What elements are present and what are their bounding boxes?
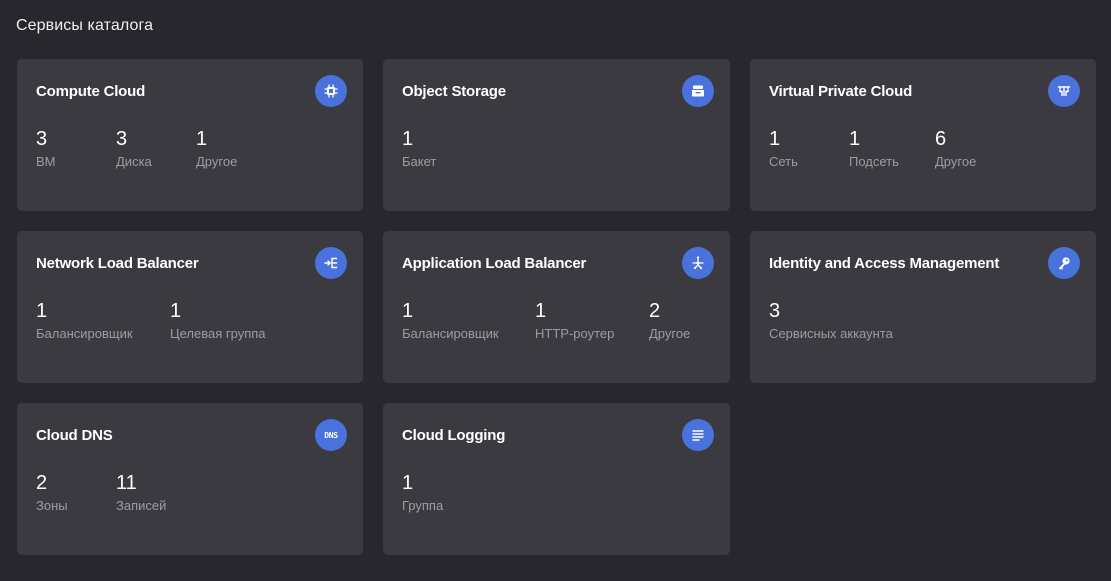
stat-label: Балансировщик <box>36 326 133 341</box>
card-title: Cloud DNS <box>36 427 113 444</box>
stat-value: 1 <box>36 300 48 322</box>
catalog-services-page: Сервисы каталога Compute Cloud 3 ВМ 3 Ди… <box>0 0 1111 581</box>
stat-label: ВМ <box>36 154 56 169</box>
stat: 1 Сеть <box>769 127 849 170</box>
dns-icon-text: DNS <box>324 430 338 440</box>
section-title: Сервисы каталога <box>16 17 154 34</box>
card-stats: 1 Балансировщик 1 HTTP-роутер 2 Другое <box>402 299 690 342</box>
stat-label: Бакет <box>402 154 437 169</box>
stat: 11 Записей <box>116 471 166 514</box>
stat: 6 Другое <box>935 127 976 170</box>
stat-label: Другое <box>935 154 977 169</box>
stat-value: 1 <box>535 300 547 322</box>
service-card-virtual-private-cloud[interactable]: Virtual Private Cloud 1 Сеть 1 Подсеть 6… <box>750 59 1096 211</box>
service-card-network-load-balancer[interactable]: Network Load Balancer 1 Балансировщик 1 … <box>17 231 363 383</box>
card-title: Application Load Balancer <box>402 255 587 272</box>
card-title: Object Storage <box>402 83 506 100</box>
services-grid: Compute Cloud 3 ВМ 3 Диска 1 Другое Obje… <box>17 59 1096 555</box>
stat-value: 1 <box>769 128 781 150</box>
service-card-identity-and-access-management[interactable]: Identity and Access Management 3 Сервисн… <box>750 231 1096 383</box>
stat: 1 Балансировщик <box>402 299 535 342</box>
card-stats: 2 Зоны 11 Записей <box>36 471 166 514</box>
service-card-cloud-logging[interactable]: Cloud Logging 1 Группа <box>383 403 730 555</box>
stat-value: 2 <box>649 300 661 322</box>
balancer-icon <box>315 247 347 279</box>
stat-label: Подсеть <box>849 154 899 169</box>
storage-icon <box>682 75 714 107</box>
stat-label: Сервисных аккаунта <box>769 326 893 341</box>
stat-value: 6 <box>935 128 947 150</box>
stat-value: 1 <box>402 472 414 494</box>
stat-value: 1 <box>196 128 208 150</box>
stat: 3 Диска <box>116 127 196 170</box>
stat-value: 1 <box>402 300 414 322</box>
app-balancer-icon <box>682 247 714 279</box>
card-stats: 1 Бакет <box>402 127 436 170</box>
stat: 3 Сервисных аккаунта <box>769 299 893 342</box>
stat-value: 3 <box>36 128 48 150</box>
stat: 3 ВМ <box>36 127 116 170</box>
card-title: Virtual Private Cloud <box>769 83 913 100</box>
stat: 1 Целевая группа <box>170 299 266 342</box>
key-icon <box>1048 247 1080 279</box>
stat-label: Сеть <box>769 154 798 169</box>
network-icon <box>1048 75 1080 107</box>
stat-label: Группа <box>402 498 444 513</box>
card-title: Cloud Logging <box>402 427 506 444</box>
stat-label: Целевая группа <box>170 326 266 341</box>
stat-value: 1 <box>402 128 414 150</box>
stat: 1 Группа <box>402 471 443 514</box>
stat-label: Зоны <box>36 498 68 513</box>
service-card-application-load-balancer[interactable]: Application Load Balancer 1 Балансировщи… <box>383 231 730 383</box>
stat-value: 1 <box>170 300 182 322</box>
stat: 1 Другое <box>196 127 237 170</box>
service-card-compute-cloud[interactable]: Compute Cloud 3 ВМ 3 Диска 1 Другое <box>17 59 363 211</box>
stat-value: 3 <box>116 128 128 150</box>
cpu-icon <box>315 75 347 107</box>
stat: 1 Подсеть <box>849 127 935 170</box>
card-stats: 3 ВМ 3 Диска 1 Другое <box>36 127 237 170</box>
stat-label: HTTP-роутер <box>535 326 615 341</box>
card-title: Identity and Access Management <box>769 255 1000 272</box>
stat-value: 3 <box>769 300 781 322</box>
log-icon <box>682 419 714 451</box>
stat: 2 Зоны <box>36 471 116 514</box>
stat-label: Записей <box>116 498 167 513</box>
stat: 1 Балансировщик <box>36 299 170 342</box>
dns-icon: DNS <box>315 419 347 451</box>
stat-label: Балансировщик <box>402 326 499 341</box>
stat-label: Другое <box>649 326 691 341</box>
card-stats: 1 Сеть 1 Подсеть 6 Другое <box>769 127 976 170</box>
stat-label: Диска <box>116 154 152 169</box>
stat: 1 HTTP-роутер <box>535 299 649 342</box>
stat-value: 11 <box>116 472 137 494</box>
stat: 2 Другое <box>649 299 690 342</box>
service-card-object-storage[interactable]: Object Storage 1 Бакет <box>383 59 730 211</box>
card-title: Network Load Balancer <box>36 255 199 272</box>
service-card-cloud-dns[interactable]: Cloud DNS DNS 2 Зоны 11 Записей <box>17 403 363 555</box>
card-stats: 1 Балансировщик 1 Целевая группа <box>36 299 266 342</box>
card-stats: 3 Сервисных аккаунта <box>769 299 893 342</box>
card-stats: 1 Группа <box>402 471 443 514</box>
card-title: Compute Cloud <box>36 83 146 100</box>
stat-label: Другое <box>196 154 238 169</box>
stat: 1 Бакет <box>402 127 436 170</box>
stat-value: 2 <box>36 472 48 494</box>
stat-value: 1 <box>849 128 861 150</box>
